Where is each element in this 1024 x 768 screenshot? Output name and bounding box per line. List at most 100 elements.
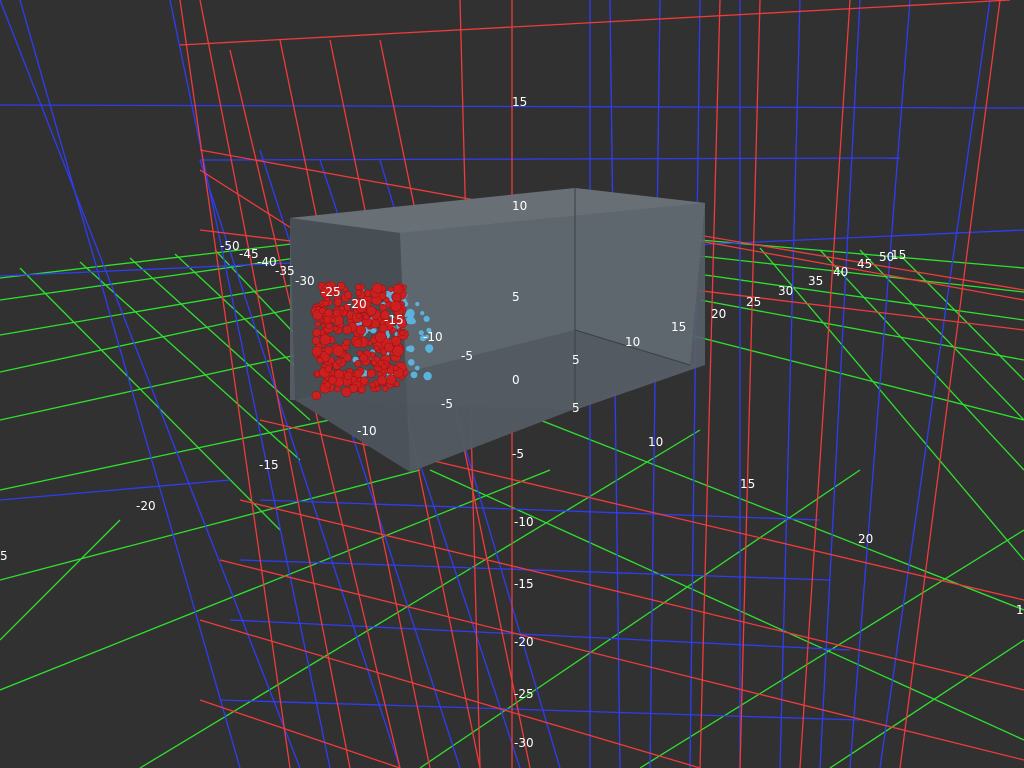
- tick-label: 15: [740, 477, 755, 491]
- tick-label: -15: [384, 313, 404, 327]
- particle: [371, 282, 383, 294]
- particle: [333, 298, 343, 307]
- tick-label: -45: [239, 247, 259, 261]
- particle: [410, 371, 418, 379]
- particle: [386, 374, 397, 385]
- tick-label: 40: [833, 265, 848, 279]
- tick-label: -15: [259, 458, 279, 472]
- particle: [342, 324, 353, 335]
- particle: [355, 289, 362, 297]
- particle: [311, 346, 323, 357]
- particle: [356, 313, 362, 319]
- tick-label: 15: [671, 320, 686, 334]
- tick-label: 45: [857, 257, 872, 271]
- particle: [329, 317, 336, 324]
- particle: [349, 383, 359, 393]
- particle: [423, 371, 432, 381]
- scene-canvas[interactable]: 15 10 5 0 -5 -10 -15 -20 -25 -30 -50 -45…: [0, 0, 1024, 768]
- tick-label: 10: [625, 335, 640, 349]
- tick-label: -5: [441, 397, 453, 411]
- particle: [343, 371, 353, 381]
- tick-label: -30: [295, 274, 315, 288]
- particle: [335, 358, 342, 365]
- particle: [384, 342, 394, 353]
- particle: [332, 345, 344, 357]
- particle: [354, 360, 362, 368]
- tick-label: -5: [512, 447, 524, 461]
- tick-label: -20: [514, 635, 534, 649]
- tick-label: 5: [512, 290, 520, 304]
- tick-label: 20: [858, 532, 873, 546]
- particle: [353, 369, 363, 379]
- tick-label: 15: [891, 248, 906, 262]
- particle: [369, 381, 376, 388]
- particle: [379, 303, 387, 312]
- particle: [366, 368, 376, 379]
- tick-label: 5: [572, 401, 580, 415]
- tick-label: 20: [711, 307, 726, 321]
- particle: [358, 385, 366, 394]
- particle: [406, 315, 415, 325]
- tick-label: -40: [257, 255, 277, 269]
- tick-label: -20: [347, 297, 367, 311]
- tick-label: -5: [461, 349, 473, 363]
- particle: [311, 390, 321, 401]
- tick-label: 35: [808, 274, 823, 288]
- particle: [328, 375, 337, 385]
- particle: [371, 359, 378, 366]
- particle: [324, 345, 334, 355]
- particle: [373, 345, 380, 352]
- 3d-viewport[interactable]: 15 10 5 0 -5 -10 -15 -20 -25 -30 -50 -45…: [0, 0, 1024, 768]
- tick-label: -10: [423, 330, 443, 344]
- particle: [408, 359, 415, 366]
- tick-label: 5: [572, 353, 580, 367]
- particle: [364, 289, 372, 297]
- particle: [387, 286, 394, 293]
- particle: [319, 334, 331, 346]
- particle: [312, 328, 322, 338]
- particle: [355, 324, 367, 336]
- tick-label: 10: [1016, 603, 1024, 617]
- particle: [366, 305, 377, 317]
- particle: [314, 371, 321, 378]
- particle: [420, 311, 425, 316]
- tick-label: -10: [357, 424, 377, 438]
- tick-label: 5: [0, 549, 8, 563]
- tick-label: 30: [778, 284, 793, 298]
- particle: [311, 336, 321, 345]
- tick-label: -25: [514, 687, 534, 701]
- particle: [423, 315, 430, 322]
- particle: [324, 365, 333, 373]
- particle: [322, 300, 329, 307]
- particle: [359, 353, 369, 363]
- particle: [355, 283, 362, 291]
- particle: [352, 338, 363, 349]
- tick-label: -35: [275, 264, 295, 278]
- particle: [415, 301, 420, 307]
- particle: [316, 357, 324, 364]
- tick-label: -15: [514, 577, 534, 591]
- particle: [406, 346, 412, 352]
- tick-label: 10: [648, 435, 663, 449]
- particle: [392, 284, 404, 295]
- particle: [343, 339, 351, 346]
- tick-label: 15: [512, 95, 527, 109]
- particle: [339, 305, 345, 312]
- particle: [414, 365, 420, 371]
- particle: [332, 309, 341, 317]
- tick-label: -20: [136, 499, 156, 513]
- particle: [392, 345, 404, 357]
- particle: [399, 330, 406, 336]
- tick-label: -30: [514, 736, 534, 750]
- particle: [360, 376, 369, 385]
- tick-label: -10: [514, 515, 534, 529]
- particle: [314, 320, 321, 328]
- particle: [324, 308, 333, 318]
- particle: [380, 363, 388, 370]
- tick-label: 10: [512, 199, 527, 213]
- tick-label: -50: [220, 239, 240, 253]
- tick-label: 25: [746, 295, 761, 309]
- particle: [426, 348, 432, 353]
- particle: [392, 365, 399, 371]
- particle: [390, 300, 402, 312]
